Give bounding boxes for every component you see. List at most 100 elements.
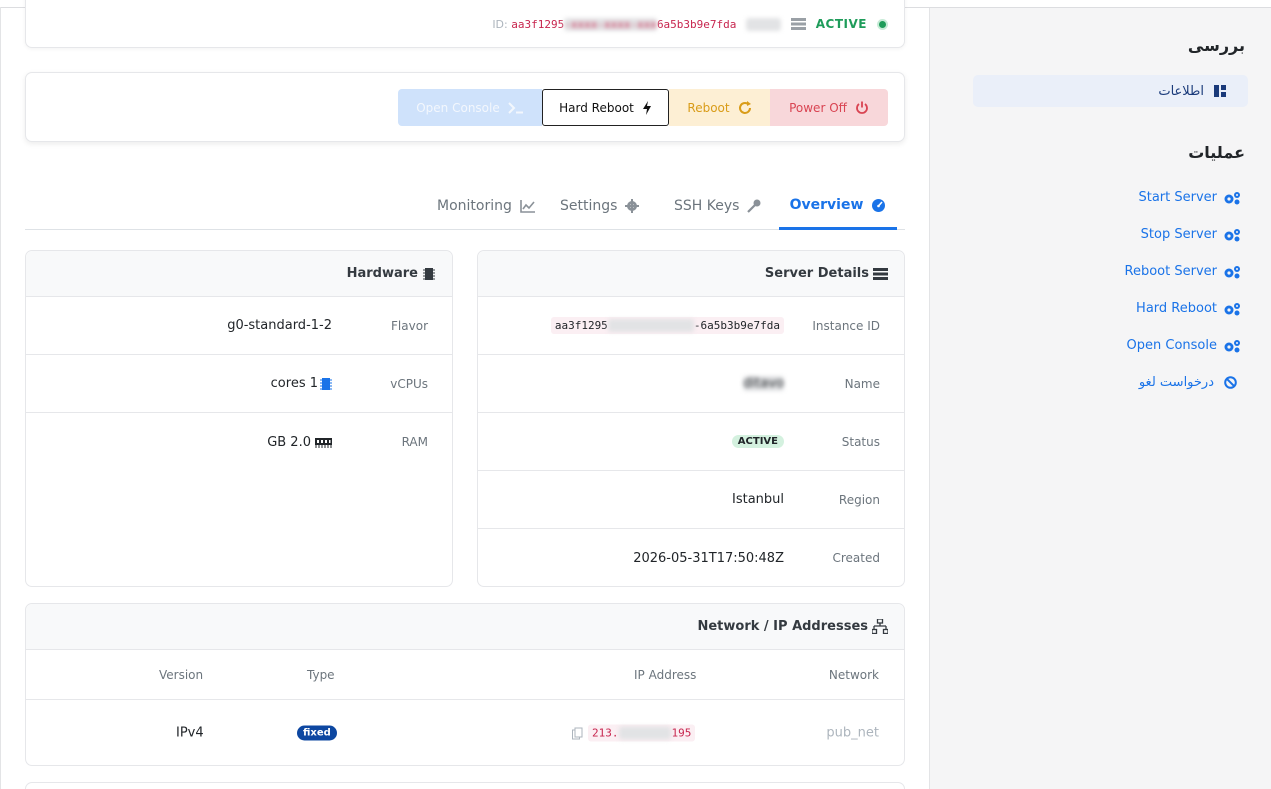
sidebar-item-open-console[interactable]: Open Console <box>1127 338 1241 353</box>
sidebar-item-label: Open Console <box>1126 338 1217 353</box>
server-id-row: ID: aa3f1295-xxxx-xxxx-xxx6a5b3b9e7fda d… <box>492 17 888 31</box>
hard-reboot-button[interactable]: Hard Reboot <box>542 89 669 126</box>
hardware-title: Hardware <box>346 266 418 281</box>
tab-ssh-keys-label: SSH Keys <box>674 198 740 214</box>
ip-type-badge: fixed <box>297 725 337 741</box>
server-details-title: Server Details <box>764 266 869 281</box>
id-label: ID: <box>492 17 508 31</box>
network-title: Network / IP Addresses <box>697 619 868 634</box>
id-suffix: 6a5b3b9e7fda <box>656 17 737 31</box>
sidebar: بررسی اطلاعات عملیات Start Server Stop S… <box>929 8 1271 789</box>
col-network: Network <box>828 667 879 682</box>
instance-id-prefix: aa3f1295 <box>554 319 608 332</box>
instance-id-label: Instance ID <box>812 318 880 333</box>
action-button-group: Open Console Hard Reboot Reboot Power Of… <box>398 89 888 126</box>
tab-overview-label: Overview <box>789 196 864 213</box>
sidebar-item-info-label: اطلاعات <box>1158 83 1204 99</box>
cogs-icon <box>1223 191 1241 205</box>
instance-id-redacted: -xxxx-xxxx-xx <box>607 319 694 332</box>
left-border <box>0 7 1 789</box>
bolt-icon <box>642 100 652 115</box>
created-label: Created <box>832 551 881 565</box>
vcpus-label: vCPUs <box>390 376 428 391</box>
power-off-label: Power Off <box>789 100 847 115</box>
network-name: pub_net <box>826 725 879 741</box>
copy-icon[interactable] <box>572 727 583 739</box>
hard-reboot-label: Hard Reboot <box>559 100 634 115</box>
network-card: Network / IP Addresses Version Type IP A… <box>25 603 905 766</box>
hardware-row-ram: GB 2.0 RAM <box>26 413 452 471</box>
ip-version: IPv4 <box>176 725 204 741</box>
server-id-card: ID: aa3f1295-xxxx-xxxx-xxx6a5b3b9e7fda d… <box>25 0 905 48</box>
server-details-card: Server Details aa3f1295-xxxx-xxxx-xx-6a5… <box>477 250 905 587</box>
id-text: ID: aa3f1295-xxxx-xxxx-xxx6a5b3b9e7fda <box>492 17 737 31</box>
server-tabs: Monitoring Settings SSH Keys Overview <box>25 180 905 230</box>
sidebar-item-info[interactable]: اطلاعات <box>973 75 1248 107</box>
memory-icon <box>315 437 332 448</box>
detail-row-instance-id: aa3f1295-xxxx-xxxx-xx-6a5b3b9e7fda Insta… <box>478 297 904 355</box>
ban-icon <box>1224 376 1237 389</box>
sidebar-item-hard-reboot[interactable]: Hard Reboot <box>1136 301 1241 316</box>
ram-label: RAM <box>401 435 428 449</box>
cogs-icon <box>1223 228 1241 242</box>
instance-id-value: aa3f1295-xxxx-xxxx-xx-6a5b3b9e7fda <box>550 317 784 334</box>
server-icon <box>790 18 806 30</box>
open-console-button[interactable]: Open Console <box>398 89 542 126</box>
sidebar-item-label: درخواست لغو <box>1138 375 1214 390</box>
flavor-value: g0-standard-1-2 <box>227 318 332 333</box>
actions-card: Open Console Hard Reboot Reboot Power Of… <box>25 72 905 142</box>
ip-address-value: 213.xxx.xxx.195 <box>588 724 696 742</box>
terminal-icon <box>508 101 524 114</box>
created-value: 2026-05-31T17:50:48Z <box>633 550 784 566</box>
hardware-row-vcpus: cores 1 vCPUs <box>26 355 452 413</box>
hardware-header: Hardware <box>26 251 452 297</box>
power-icon <box>855 101 869 115</box>
server-details-icon <box>873 267 888 280</box>
tab-ssh-keys[interactable]: SSH Keys <box>674 180 761 230</box>
sidebar-item-reboot-server[interactable]: Reboot Server <box>1125 264 1241 279</box>
name-value-redacted: ditavo <box>743 376 784 391</box>
hardware-card: Hardware g0-standard-1-2 Flavor cores 1 … <box>25 250 453 587</box>
tab-monitoring[interactable]: Monitoring <box>437 180 535 230</box>
cogs-icon <box>1223 339 1241 353</box>
server-details-header: Server Details <box>478 251 904 297</box>
status-text: ACTIVE <box>815 17 867 31</box>
power-off-button[interactable]: Power Off <box>770 89 888 126</box>
sidebar-item-start-server[interactable]: Start Server <box>1138 190 1241 205</box>
tab-settings[interactable]: Settings <box>560 180 640 230</box>
region-value: Istanbul <box>731 492 784 507</box>
status-label: Status <box>841 434 880 449</box>
ram-value: GB 2.0 <box>267 434 311 450</box>
sidebar-item-label: Reboot Server <box>1124 264 1217 279</box>
vcpus-value: cores 1 <box>270 376 318 391</box>
ip-prefix: 213. <box>592 726 619 740</box>
microchip-icon <box>422 267 436 281</box>
next-card <box>25 782 905 789</box>
sidebar-item-label: Stop Server <box>1140 227 1217 242</box>
reboot-button[interactable]: Reboot <box>669 89 770 126</box>
col-version: Version <box>159 667 204 682</box>
detail-row-region: Istanbul Region <box>478 471 904 529</box>
network-columns: Version Type IP Address Network <box>26 650 904 700</box>
detail-row-status: ACTIVE Status <box>478 413 904 471</box>
network-wired-icon <box>872 619 888 634</box>
cogs-icon <box>1223 265 1241 279</box>
key-icon <box>747 199 761 213</box>
chart-line-icon <box>520 199 535 213</box>
sidebar-item-cancel-request[interactable]: درخواست لغو <box>1139 375 1237 390</box>
tab-settings-label: Settings <box>560 198 618 214</box>
id-prefix: aa3f1295 <box>511 17 565 31</box>
sidebar-item-label: Hard Reboot <box>1136 301 1217 316</box>
region-label: Region <box>838 492 880 507</box>
flavor-label: Flavor <box>391 318 428 333</box>
reboot-label: Reboot <box>687 100 730 115</box>
ip-redacted: xxx.xxx. <box>618 726 672 740</box>
col-type: Type <box>307 667 335 682</box>
tab-overview[interactable]: Overview <box>779 180 897 230</box>
sidebar-item-stop-server[interactable]: Stop Server <box>1141 227 1241 242</box>
dashboard-icon <box>871 198 886 212</box>
cpu-icon <box>320 377 332 391</box>
status-dot <box>877 18 888 30</box>
sidebar-item-label: Start Server <box>1138 190 1217 205</box>
network-header: Network / IP Addresses <box>26 604 904 650</box>
